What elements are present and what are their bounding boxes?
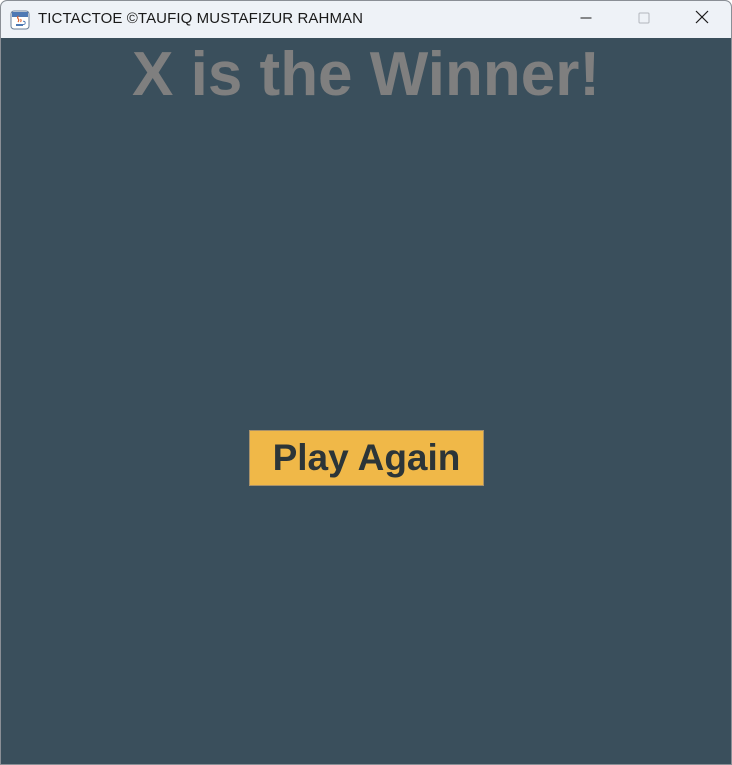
java-icon <box>10 10 30 30</box>
minimize-icon <box>580 11 592 29</box>
window-title: TICTACTOE ©TAUFIQ MUSTAFIZUR RAHMAN <box>38 10 364 27</box>
maximize-button[interactable] <box>615 1 673 38</box>
maximize-icon <box>638 11 650 29</box>
winner-message: X is the Winner! <box>132 40 600 109</box>
minimize-button[interactable] <box>557 1 615 38</box>
close-button[interactable] <box>673 1 731 38</box>
close-icon <box>695 10 709 29</box>
play-again-button[interactable]: Play Again <box>249 430 484 486</box>
game-panel: X is the Winner! Play Again <box>1 38 731 764</box>
app-window: TICTACTOE ©TAUFIQ MUSTAFIZUR RAHMAN X is… <box>0 0 732 765</box>
title-bar[interactable]: TICTACTOE ©TAUFIQ MUSTAFIZUR RAHMAN <box>1 1 731 38</box>
